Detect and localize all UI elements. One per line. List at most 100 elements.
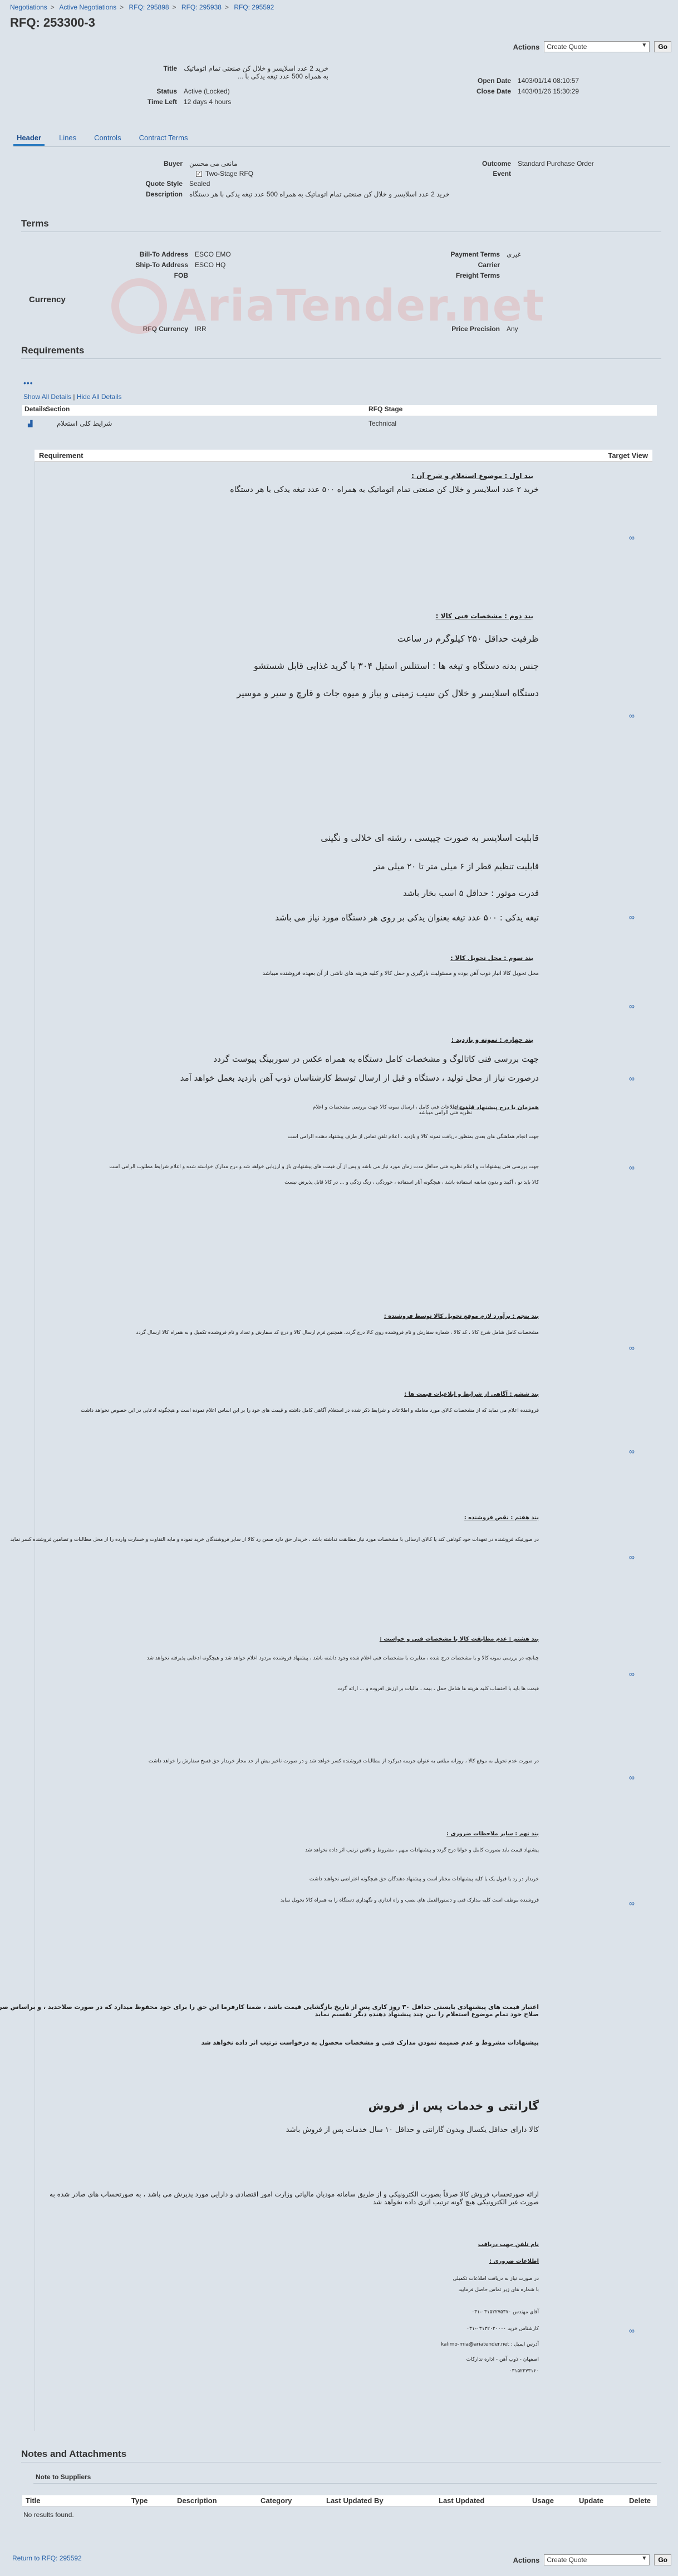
target-view-icon[interactable]: ∞ — [629, 1343, 635, 1352]
req-text: کالا دارای حداقل یکسال وبدون گارانتی و ح… — [286, 2126, 539, 2134]
target-view-icon[interactable]: ∞ — [629, 1669, 635, 1678]
tab-lines[interactable]: Lines — [56, 131, 80, 146]
req-text: دستگاه اسلایسر و خلال کن سیب زمینی و پیا… — [237, 688, 539, 698]
tab-controls[interactable]: Controls — [91, 131, 124, 146]
actions-label: Actions — [513, 2555, 540, 2564]
description-label: Description — [145, 190, 183, 198]
req-text: جهت انجام هماهنگی های بعدی بمنظور دریافت… — [287, 1134, 539, 1140]
req-text: جهت بررسی فنی کاتالوگ و مشخصات کامل دستگ… — [213, 1054, 539, 1064]
target-view-icon[interactable]: ∞ — [629, 533, 635, 542]
target-view-icon[interactable]: ∞ — [629, 1773, 635, 1782]
breadcrumb: Negotiations > Active Negotiations > RFQ: … — [10, 3, 274, 11]
time-left-value: 12 days 4 hours — [184, 98, 232, 106]
tab-header[interactable]: Header — [13, 131, 45, 146]
bill-to-field: Bill-To Address ESCO EMO — [111, 250, 231, 258]
requirements-divider — [21, 358, 661, 359]
payment-terms-field: Payment Terms غیری — [423, 250, 521, 258]
col-last-updated: Last Updated — [439, 2496, 485, 2505]
req-text: در صورت عدم تحویل به موقع کالا ، روزانه … — [148, 1759, 539, 1764]
target-view-icon[interactable]: ∞ — [629, 1074, 635, 1083]
req-text: آدرس ایمیل : kalimo-mia@ariatender.net — [441, 2342, 539, 2347]
col-type: Type — [131, 2496, 148, 2505]
req-text: ظرفیت حداقل ۲۵۰ کیلوگرم در ساعت — [397, 633, 539, 644]
time-left-field: Time Left 12 days 4 hours — [100, 98, 232, 106]
warranty-heading: گارانتی و خدمات پس از فروش — [368, 2099, 539, 2112]
price-precision-field: Price Precision Any — [423, 325, 518, 333]
req-text: خرید ۲ عدد اسلایسر و خلال کن صنعتی تمام … — [230, 485, 539, 494]
tab-divider — [13, 146, 670, 147]
table-row: ▟ شرایط کلی استعلام Technical — [22, 416, 657, 431]
close-date-value: 1403/01/26 15:30:29 — [518, 87, 579, 95]
req-heading-7: بند ششم : آگاهی از شرایط و ابلاغیات قیمت… — [404, 1391, 539, 1397]
req-text: کالا باید نو ، آکبند و بدون سابقه استفاد… — [284, 1180, 539, 1185]
col-rfq-stage: RFQ Stage — [369, 405, 403, 413]
return-to-rfq-link[interactable]: Return to RFQ: 295592 — [12, 2554, 82, 2562]
go-button[interactable]: Go — [654, 2554, 671, 2565]
actions-select[interactable]: Create Quote ▼ — [544, 41, 650, 52]
status-field: Status Active (Locked) — [100, 87, 229, 95]
target-view-icon[interactable]: ∞ — [629, 711, 635, 720]
target-view-icon[interactable]: ∞ — [629, 2326, 635, 2335]
price-precision-label: Price Precision — [451, 325, 500, 333]
req-text: با درج اطلاعات فنی کامل ، ارسال نمونه کا… — [312, 1105, 472, 1116]
payment-terms-label: Payment Terms — [450, 250, 500, 258]
actions-select[interactable]: Create Quote ▼ — [544, 2554, 650, 2565]
requirements-heading: Requirements — [21, 345, 85, 356]
col-category: Category — [261, 2496, 292, 2505]
chevron-down-icon: ▼ — [641, 42, 647, 48]
req-text: با شماره های زیر تماس حاصل فرمایید — [458, 2287, 539, 2293]
breadcrumb-active-negotiations[interactable]: Active Negotiations — [59, 3, 116, 11]
outcome-value: Standard Purchase Order — [518, 160, 594, 168]
req-text: جهت بررسی فنی پیشنهادات و اعلام نظریه فن… — [109, 1164, 539, 1170]
time-left-label: Time Left — [147, 98, 177, 106]
two-stage-field: ✓ Two-Stage RFQ — [196, 170, 253, 178]
outcome-label: Outcome — [482, 160, 511, 168]
quote-style-value: Sealed — [189, 180, 210, 188]
bill-to-link[interactable]: ESCO EMO — [195, 250, 231, 258]
event-field: Event — [434, 170, 518, 178]
contact-heading: نام تلفن جهت دریافت — [478, 2242, 539, 2248]
actions-select-value: Create Quote — [547, 2556, 587, 2564]
notes-heading: Notes and Attachments — [21, 2449, 127, 2459]
tab-contract-terms[interactable]: Contract Terms — [136, 131, 191, 146]
target-view-icon[interactable]: ∞ — [629, 1163, 635, 1172]
col-description: Description — [177, 2496, 217, 2505]
ship-to-link[interactable]: ESCO HQ — [195, 261, 225, 269]
freight-terms-label: Freight Terms — [455, 272, 500, 279]
notes-sub-divider — [33, 2483, 657, 2484]
open-date-field: Open Date 1403/01/14 08:10:57 — [429, 77, 579, 85]
close-date-label: Close Date — [476, 87, 511, 95]
req-text: قیمت ها باید با احتساب کلیه هزینه ها شام… — [337, 1686, 539, 1692]
buyer-label: Buyer — [163, 160, 183, 168]
actions-bar-bottom: Actions Create Quote ▼ Go — [513, 2554, 671, 2565]
req-heading-1: بند اول : موضوع استعلام و شرح آن : — [411, 472, 533, 480]
req-text: کارشناس خرید ۰۳۱۳۲۰۲۰۰۰۰-۰۳۱ — [466, 2326, 539, 2332]
target-view-icon[interactable]: ∞ — [629, 913, 635, 922]
expand-dots-icon[interactable]: ••• — [23, 378, 33, 387]
target-view-icon[interactable]: ∞ — [629, 1002, 635, 1011]
hide-all-details-link[interactable]: Hide All Details — [77, 393, 122, 401]
req-text: جنس بدنه دستگاه و تیغه ها : استنلس استیل… — [253, 661, 539, 671]
attachments-table-header: Title Type Description Category Last Upd… — [22, 2495, 657, 2506]
req-text: تیغه یدکی : ۵۰۰ عدد تیغه بعنوان یدکی بر … — [275, 913, 539, 923]
req-text: اعتبار قیمت های پیشنهادی بایستی حداقل ۳۰… — [0, 2003, 539, 2018]
show-all-details-link[interactable]: Show All Details — [23, 393, 71, 401]
go-button[interactable]: Go — [654, 41, 671, 52]
carrier-label: Carrier — [478, 261, 500, 269]
requirements-table-header: Details Section RFQ Stage — [22, 405, 657, 416]
req-text: قابلیت تنظیم قطر از ۶ میلی متر تا ۲۰ میل… — [373, 861, 539, 871]
fob-label: FOB — [174, 272, 188, 279]
target-view-icon[interactable]: ∞ — [629, 1899, 635, 1908]
breadcrumb-rfq-2[interactable]: RFQ: 295938 — [181, 3, 222, 11]
open-date-label: Open Date — [477, 77, 511, 85]
breadcrumb-negotiations[interactable]: Negotiations — [10, 3, 47, 11]
breadcrumb-rfq-3[interactable]: RFQ: 295592 — [234, 3, 274, 11]
show-hide-links: Show All Details | Hide All Details — [23, 393, 122, 401]
details-toggle-icon[interactable]: ▟ — [22, 420, 46, 427]
col-target-view: Target View — [608, 451, 648, 460]
req-text: اصفهان - ذوب آهن - اداره تدارکات — [466, 2357, 539, 2362]
target-view-icon[interactable]: ∞ — [629, 1553, 635, 1562]
req-text: پیشنهاد قیمت باید بصورت کامل و خوانا درج… — [305, 1848, 539, 1853]
target-view-icon[interactable]: ∞ — [629, 1447, 635, 1456]
breadcrumb-rfq-1[interactable]: RFQ: 295898 — [129, 3, 169, 11]
